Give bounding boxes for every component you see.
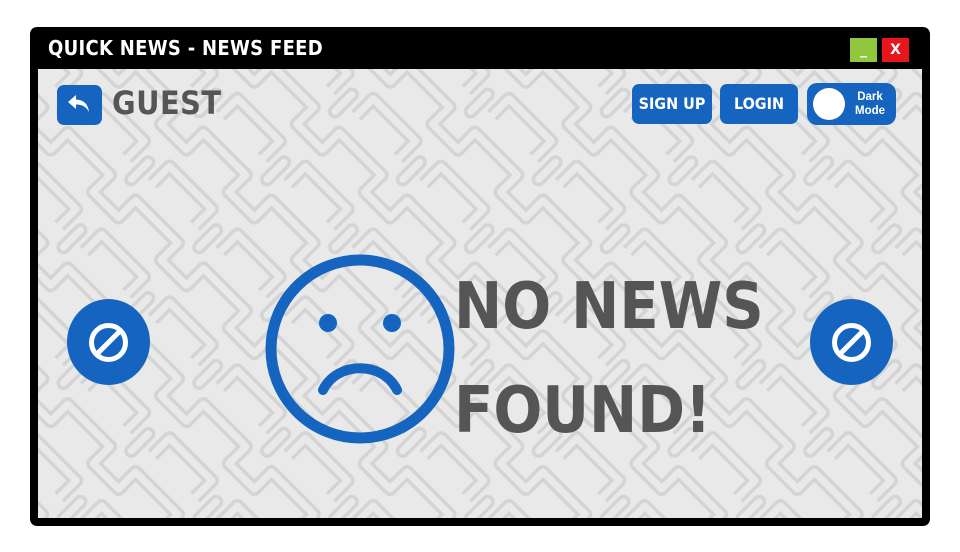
- dark-mode-label: Dark Mode: [848, 90, 892, 118]
- sad-face-icon: [265, 254, 455, 444]
- sign-up-button[interactable]: Sign Up: [632, 84, 712, 124]
- toggle-knob: [813, 88, 845, 120]
- next-news-button[interactable]: [810, 299, 893, 385]
- minimize-button[interactable]: _: [850, 38, 877, 62]
- login-button[interactable]: Login: [720, 84, 798, 124]
- back-arrow-icon: [68, 95, 89, 112]
- window-title: Quick News - News Feed: [48, 36, 324, 60]
- title-bar[interactable]: Quick News - News Feed _ X: [30, 27, 930, 69]
- dark-mode-label-line1: Dark: [857, 91, 883, 103]
- back-button[interactable]: [57, 85, 102, 125]
- dark-mode-toggle[interactable]: Dark Mode: [807, 83, 896, 125]
- close-button[interactable]: X: [882, 38, 909, 62]
- news-feed-area: Guest Sign Up Login Dark Mode: [38, 69, 922, 518]
- disabled-icon: [89, 323, 128, 362]
- user-label: Guest: [112, 84, 222, 122]
- previous-news-button[interactable]: [67, 299, 150, 385]
- app-window: Quick News - News Feed _ X Guest Sign Up…: [30, 27, 930, 526]
- disabled-icon: [832, 323, 871, 362]
- dark-mode-label-line2: Mode: [854, 105, 886, 117]
- no-news-message: No News Found!: [454, 255, 764, 463]
- message-line-2: Found!: [454, 374, 712, 448]
- message-line-1: No News: [454, 270, 764, 344]
